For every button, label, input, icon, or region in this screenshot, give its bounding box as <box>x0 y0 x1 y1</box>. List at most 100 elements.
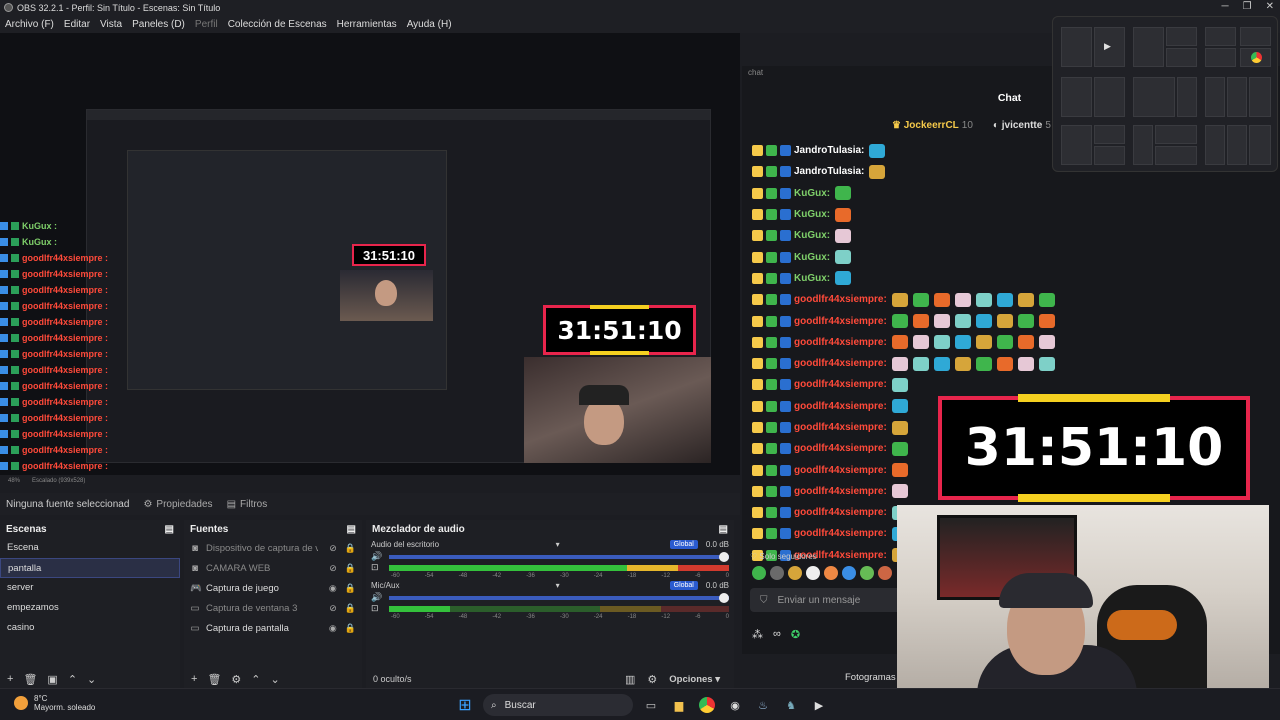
scene-item[interactable]: casino <box>0 618 180 638</box>
zoom-level[interactable]: 48% <box>8 478 20 484</box>
trash-icon[interactable]: 🗑 <box>207 673 221 686</box>
menu-item-5[interactable]: Colección de Escenas <box>228 19 327 30</box>
emote-icon <box>996 335 1013 350</box>
maximize-icon[interactable]: ❐ <box>1243 1 1252 12</box>
panel-menu-icon[interactable]: ▤ <box>165 524 174 535</box>
chat-username[interactable]: JandroTulasia: <box>794 145 864 156</box>
filter-icon[interactable]: ▣ <box>47 673 57 686</box>
lock-icon[interactable]: 🔒 <box>345 623 356 634</box>
chat-username[interactable]: goodlfr44xsiempre: <box>794 358 887 369</box>
top-chatter[interactable]: ♛ JockeerrCL 10 <box>892 120 973 131</box>
volume-slider[interactable] <box>389 551 729 562</box>
steam-icon[interactable]: ♨ <box>753 695 773 715</box>
menu-item-3[interactable]: Paneles (D) <box>132 19 185 30</box>
menu-item-4[interactable]: Perfil <box>195 19 218 30</box>
chat-username[interactable]: JandroTulasia: <box>794 166 864 177</box>
top-chatter[interactable]: ◐ jvicentte 5 <box>993 120 1051 131</box>
chat-username[interactable]: goodlfr44xsiempre: <box>794 486 887 497</box>
options-button[interactable]: Opciones ▾ <box>669 674 720 685</box>
menu-item-2[interactable]: Vista <box>100 19 122 30</box>
arrow-down-icon[interactable]: ⌄ <box>271 673 280 686</box>
monitor-icon[interactable]: ⊡ <box>371 603 385 614</box>
emoji-icon[interactable]: ✪ <box>791 628 800 641</box>
scene-item[interactable]: pantalla <box>0 558 180 578</box>
infinity-icon[interactable]: ∞ <box>773 628 781 641</box>
speaker-icon[interactable]: 🔊 <box>371 551 385 562</box>
users-icon[interactable]: ⁂ <box>752 628 763 641</box>
chat-username[interactable]: goodlfr44xsiempre: <box>794 507 887 518</box>
preview-canvas[interactable]: KuGux : KuGux : goodlfr44xsiempre : goodlfr… <box>0 33 740 475</box>
layout-icon[interactable]: ▥ <box>625 673 635 686</box>
lock-icon[interactable]: 🔒 <box>345 543 356 554</box>
eye-icon[interactable]: ◉ <box>329 623 337 634</box>
mixer-channel: Mic/Aux ▾ Global 0.0 dB 🔊 ⊡ -60 -54 -48 -42 -36 -30… <box>366 579 734 620</box>
chat-username[interactable]: goodlfr44xsiempre: <box>794 528 887 539</box>
chat-username[interactable]: KuGux: <box>794 209 830 220</box>
emote-row[interactable] <box>752 566 892 580</box>
arrow-up-icon[interactable]: ⌃ <box>251 673 260 686</box>
speaker-icon[interactable]: 🔊 <box>371 592 385 603</box>
scene-item[interactable]: Escena <box>0 538 180 558</box>
windows-start-icon[interactable]: ⊞ <box>455 695 475 715</box>
panel-menu-icon[interactable]: ▤ <box>347 524 356 535</box>
eye-icon[interactable]: ⊘ <box>329 563 337 574</box>
menu-item-1[interactable]: Editar <box>64 19 90 30</box>
scale-tick: -18 <box>627 614 637 620</box>
menu-item-7[interactable]: Ayuda (H) <box>407 19 452 30</box>
chat-username[interactable]: goodlfr44xsiempre: <box>794 465 887 476</box>
volume-slider[interactable] <box>389 592 729 603</box>
eye-icon[interactable]: ◉ <box>329 583 337 594</box>
arrow-down-icon[interactable]: ⌄ <box>87 673 96 686</box>
obs-icon[interactable]: ◉ <box>725 695 745 715</box>
menu-item-0[interactable]: Archivo (F) <box>5 19 54 30</box>
panel-menu-icon[interactable]: ▤ <box>719 524 728 535</box>
chrome-icon[interactable] <box>697 695 717 715</box>
source-item[interactable]: ◙ CAMARA WEB ⊘ 🔒 <box>184 558 362 578</box>
filters-button[interactable]: ▤ Filtros <box>227 499 268 510</box>
chat-username[interactable]: KuGux: <box>794 273 830 284</box>
chat-username[interactable]: goodlfr44xsiempre: <box>794 401 887 412</box>
snap-layouts[interactable]: ▶ <box>1052 16 1278 172</box>
chat-username[interactable]: goodlfr44xsiempre: <box>794 316 887 327</box>
source-item[interactable]: ◙ Dispositivo de captura de vi ⊘ 🔒 <box>184 538 362 558</box>
weather-widget[interactable]: 8°C Mayorm. soleado <box>14 694 95 712</box>
chat-username[interactable]: goodlfr44xsiempre: <box>794 443 887 454</box>
chat-username[interactable]: goodlfr44xsiempre: <box>794 379 887 390</box>
trash-icon[interactable]: 🗑 <box>23 673 37 686</box>
menu-item-6[interactable]: Herramientas <box>337 19 397 30</box>
mixer-settings-icon[interactable]: ⚙ <box>647 673 657 686</box>
task-view-icon[interactable]: ▭ <box>641 695 661 715</box>
source-item[interactable]: ▭ Captura de pantalla ◉ 🔒 <box>184 618 362 638</box>
source-item[interactable]: 🎮 Captura de juego ◉ 🔒 <box>184 578 362 598</box>
minimize-icon[interactable]: ─ <box>1222 1 1229 12</box>
chevron-down-icon[interactable]: ▾ <box>556 581 560 590</box>
chat-username[interactable]: KuGux: <box>794 230 830 241</box>
gear-icon[interactable]: ⚙ <box>231 673 241 686</box>
close-icon[interactable]: ✕ <box>1266 1 1274 12</box>
eye-icon[interactable]: ⊘ <box>329 543 337 554</box>
properties-button[interactable]: ⚙ Propiedades <box>143 499 212 510</box>
chat-username[interactable]: KuGux: <box>794 252 830 263</box>
chat-username[interactable]: goodlfr44xsiempre: <box>794 294 887 305</box>
app-icon[interactable]: ♞ <box>781 695 801 715</box>
eye-icon[interactable]: ⊘ <box>329 603 337 614</box>
scene-item[interactable]: empezamos <box>0 598 180 618</box>
chat-username[interactable]: goodlfr44xsiempre: <box>794 337 887 348</box>
taskbar-search[interactable]: ⌕ Buscar <box>483 694 633 716</box>
lock-icon[interactable]: 🔒 <box>345 583 356 594</box>
add-icon[interactable]: + <box>191 673 197 685</box>
chevron-down-icon[interactable]: ▾ <box>556 540 560 549</box>
arrow-up-icon[interactable]: ⌃ <box>68 673 77 686</box>
media-player-icon[interactable]: ▶ <box>809 695 829 715</box>
monitor-icon[interactable]: ⊡ <box>371 562 385 573</box>
scene-item[interactable]: server <box>0 578 180 598</box>
badge-icon <box>752 294 763 306</box>
file-explorer-icon[interactable]: ▆ <box>669 695 689 715</box>
send-message-input[interactable]: ⛉ Enviar un mensaje <box>750 588 910 612</box>
chat-username[interactable]: goodlfr44xsiempre: <box>794 422 887 433</box>
source-item[interactable]: ▭ Captura de ventana 3 ⊘ 🔒 <box>184 598 362 618</box>
lock-icon[interactable]: 🔒 <box>345 563 356 574</box>
chat-username[interactable]: KuGux: <box>794 188 830 199</box>
add-icon[interactable]: + <box>7 673 13 685</box>
lock-icon[interactable]: 🔒 <box>345 603 356 614</box>
